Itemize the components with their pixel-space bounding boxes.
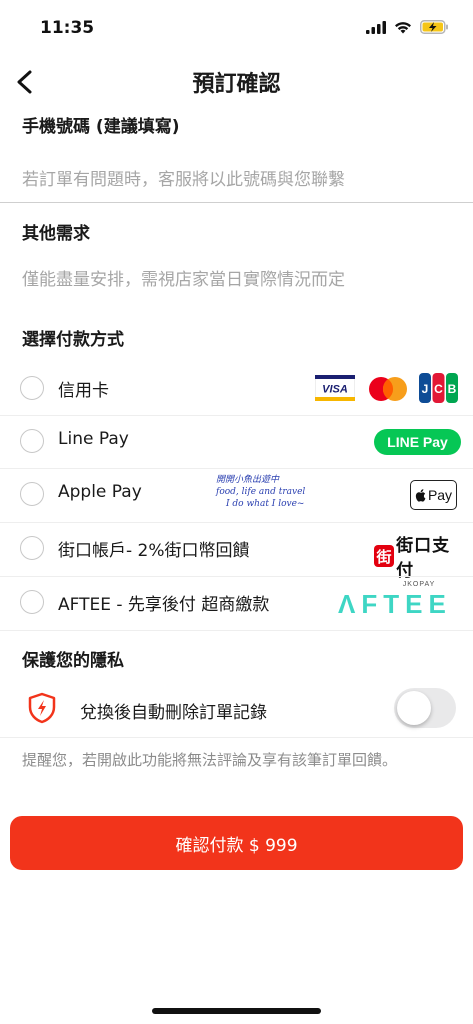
watermark-text: 開開小魚出遊中 food, life and travel I do what … — [216, 474, 336, 510]
mastercard-logo-icon — [366, 376, 410, 406]
svg-text:J: J — [422, 382, 429, 396]
home-indicator — [152, 1008, 321, 1014]
payment-option-credit-card[interactable]: 信用卡 VISA J C B — [0, 363, 473, 416]
toggle-knob — [397, 691, 431, 725]
cellular-signal-icon — [366, 20, 386, 34]
watermark-line: 開開小魚出遊中 — [216, 475, 280, 485]
auto-delete-toggle[interactable] — [394, 688, 456, 728]
apple-icon — [415, 488, 426, 502]
privacy-section-title: 保護您的隱私 — [22, 651, 124, 671]
divider — [0, 202, 473, 203]
visa-logo-icon: VISA — [314, 374, 356, 405]
payment-option-label: Apple Pay — [58, 482, 142, 502]
phone-input[interactable]: 若訂單有問題時，客服將以此號碼與您聯繫 — [22, 165, 442, 190]
radio-button[interactable] — [20, 482, 44, 506]
apple-pay-logo-icon: Pay — [410, 480, 457, 510]
payment-option-label: AFTEE - 先享後付 超商繳款 — [58, 595, 270, 615]
payment-option-line-pay[interactable]: Line Pay LINE Pay — [0, 416, 473, 469]
confirm-payment-button[interactable]: 確認付款 $ 999 — [10, 816, 463, 870]
privacy-note: 提醒您，若開啟此功能將無法評論及享有該筆訂單回饋。 — [22, 751, 398, 769]
status-icons — [366, 20, 449, 34]
shield-icon — [27, 692, 57, 728]
radio-button[interactable] — [20, 376, 44, 400]
divider — [0, 737, 473, 738]
requests-input[interactable]: 僅能盡量安排，需視店家當日實際情況而定 — [22, 265, 442, 290]
aftee-logo-icon: ΛFTEE — [338, 589, 452, 619]
jkopay-logo-text: 街口支付 — [396, 536, 451, 581]
divider — [0, 630, 473, 631]
requests-section-title: 其他需求 — [22, 224, 90, 244]
payment-option-apple-pay[interactable]: Apple Pay 開開小魚出遊中 food, life and travel … — [0, 469, 473, 522]
payment-option-aftee[interactable]: AFTEE - 先享後付 超商繳款 ΛFTEE — [0, 577, 473, 630]
payment-option-label: Line Pay — [58, 429, 129, 449]
line-pay-logo-icon: LINE Pay — [374, 429, 461, 455]
payment-option-label: 信用卡 — [58, 381, 109, 401]
radio-button[interactable] — [20, 429, 44, 453]
page-title: 預訂確認 — [192, 72, 281, 97]
status-time: 11:35 — [40, 18, 95, 38]
svg-text:B: B — [448, 382, 457, 396]
wifi-icon — [395, 21, 411, 33]
watermark-line: I do what I love~ — [226, 499, 305, 509]
apple-pay-logo-text: Pay — [427, 487, 453, 503]
watermark-line: food, life and travel — [216, 487, 306, 497]
radio-button[interactable] — [20, 536, 44, 560]
payment-section-title: 選擇付款方式 — [22, 330, 124, 350]
payment-option-label: 街口帳戶- 2%街口幣回饋 — [58, 541, 250, 561]
payment-option-jkopay[interactable]: 街口帳戶- 2%街口幣回饋 街 街口支付 JKOPAY — [0, 523, 473, 588]
phone-section-title: 手機號碼 (建議填寫) — [22, 117, 180, 137]
battery-charging-icon — [420, 20, 448, 34]
auto-delete-label: 兌換後自動刪除訂單記錄 — [80, 703, 267, 723]
svg-text:VISA: VISA — [322, 384, 348, 396]
svg-text:C: C — [434, 382, 443, 396]
radio-button[interactable] — [20, 590, 44, 614]
jcb-logo-icon: J C B — [419, 373, 458, 407]
